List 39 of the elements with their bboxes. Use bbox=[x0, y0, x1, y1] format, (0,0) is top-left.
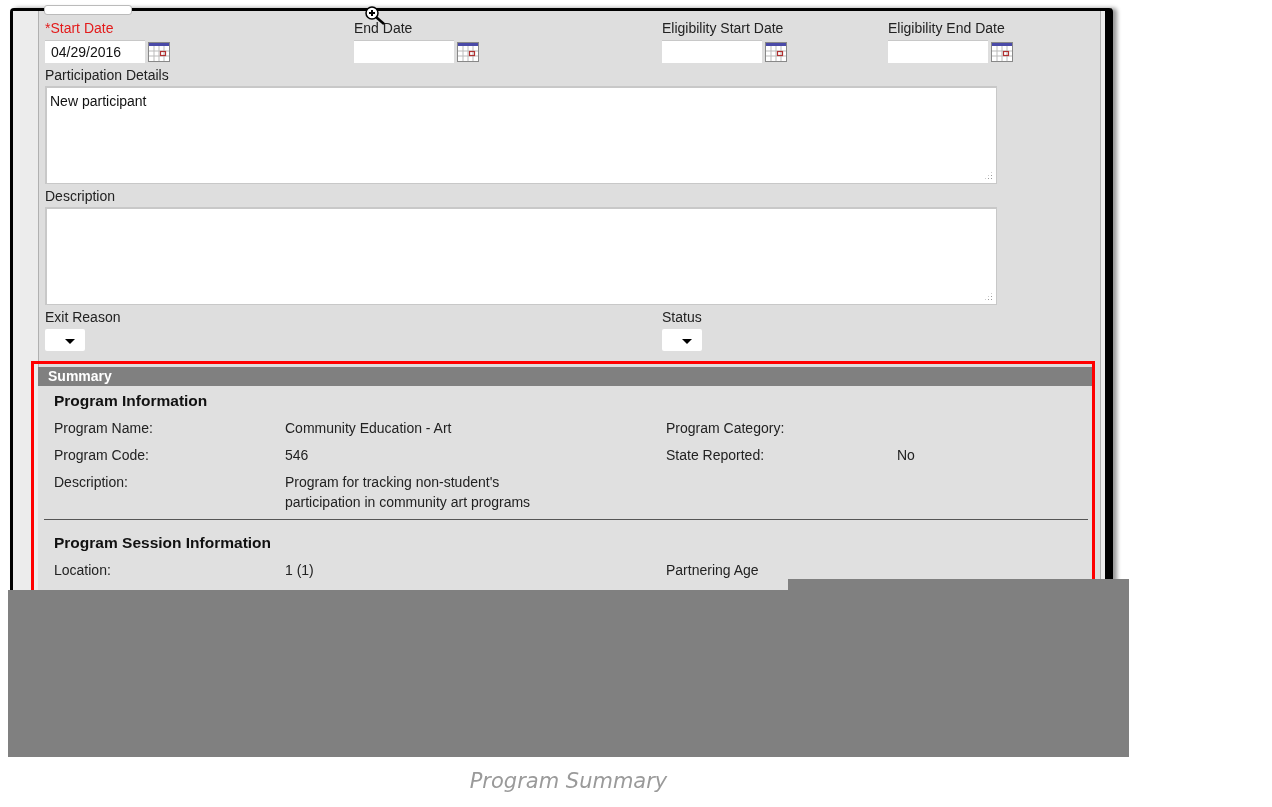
section-title: Program Information bbox=[53, 392, 209, 411]
info-label: Partnering Age bbox=[666, 561, 760, 580]
date-field[interactable]: 04/29/2016 bbox=[45, 40, 145, 63]
date-field[interactable] bbox=[354, 40, 454, 63]
field-label: *Start Date bbox=[45, 20, 115, 37]
info-label: State Reported: bbox=[666, 446, 766, 465]
calendar-icon[interactable] bbox=[765, 41, 787, 62]
date-field[interactable] bbox=[662, 40, 762, 63]
field-label: End Date bbox=[354, 20, 414, 37]
field-label: Eligibility Start Date bbox=[662, 20, 785, 37]
section-header: Summary bbox=[38, 367, 1092, 386]
input-field[interactable] bbox=[44, 5, 132, 15]
section-title: Program Session Information bbox=[53, 534, 273, 553]
info-value: Program for tracking non-student's participation in community art programs bbox=[285, 473, 532, 512]
dropdown[interactable] bbox=[662, 329, 702, 351]
info-value: No bbox=[897, 446, 916, 465]
info-value: 1 (1) bbox=[285, 561, 315, 580]
field-label: Exit Reason bbox=[45, 309, 122, 326]
info-value: 546 bbox=[285, 446, 310, 465]
field-label: Status bbox=[662, 309, 702, 326]
image-caption: Program Summary bbox=[468, 768, 669, 793]
dropdown[interactable] bbox=[45, 329, 85, 351]
field-label: Participation Details bbox=[45, 67, 170, 84]
caret-icon bbox=[682, 339, 692, 344]
calendar-icon[interactable] bbox=[991, 41, 1013, 62]
calendar-icon[interactable] bbox=[148, 41, 170, 62]
caret-icon bbox=[65, 339, 75, 344]
info-label: Location: bbox=[54, 561, 112, 580]
field-label: Eligibility End Date bbox=[888, 20, 1006, 37]
field-label: Description bbox=[45, 188, 117, 205]
info-value: Community Education - Art bbox=[285, 419, 453, 438]
text-area[interactable]: New participant bbox=[45, 86, 997, 184]
info-label: Description: bbox=[54, 473, 129, 492]
date-field[interactable] bbox=[888, 40, 988, 63]
info-label: Program Name: bbox=[54, 419, 154, 438]
info-label: Program Category: bbox=[666, 419, 786, 438]
info-label: Program Code: bbox=[54, 446, 150, 465]
calendar-icon[interactable] bbox=[457, 41, 479, 62]
text-area[interactable] bbox=[45, 207, 997, 305]
